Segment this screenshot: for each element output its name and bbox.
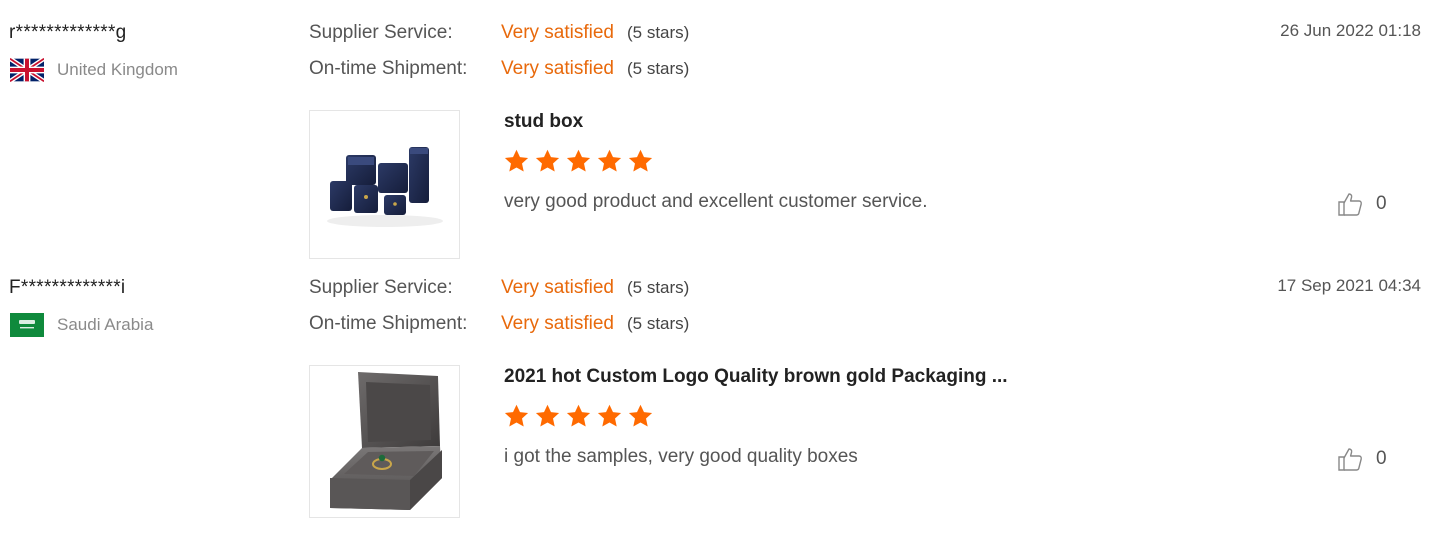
product-rating-stars <box>502 403 655 430</box>
star-icon <box>535 404 560 427</box>
thumbs-up-icon <box>1338 193 1362 216</box>
review-comment: i got the samples, very good quality box… <box>504 446 858 467</box>
star-icon <box>566 404 591 427</box>
supplier-service-stars: (5 stars) <box>627 278 690 297</box>
like-count: 0 <box>1376 448 1387 469</box>
product-rating-stars <box>502 148 655 175</box>
product-title[interactable]: stud box <box>504 111 583 133</box>
buyer-country: United Kingdom <box>8 56 178 84</box>
like-count: 0 <box>1376 193 1387 214</box>
shipment-rating: On-time Shipment: Very satisfied (5 star… <box>309 57 689 81</box>
supplier-service-value: Very satisfied <box>501 22 614 43</box>
product-title[interactable]: 2021 hot Custom Logo Quality brown gold … <box>504 366 1008 388</box>
buyer-name: F*************i <box>9 277 126 298</box>
shipment-value: Very satisfied <box>501 313 614 334</box>
buyer-name: r*************g <box>9 22 127 43</box>
jewelry-box-set-image <box>327 147 443 227</box>
review-date: 26 Jun 2022 01:18 <box>1280 21 1421 40</box>
star-icon <box>597 149 622 172</box>
star-icon <box>628 149 653 172</box>
review-item: F*************i Saudi Arabia Supplier Se… <box>0 255 1432 518</box>
review-comment: very good product and excellent customer… <box>504 191 928 212</box>
country-name: United Kingdom <box>57 60 178 79</box>
review-date: 17 Sep 2021 04:34 <box>1277 276 1421 295</box>
supplier-service-rating: Supplier Service: Very satisfied (5 star… <box>309 276 689 300</box>
supplier-service-rating: Supplier Service: Very satisfied (5 star… <box>309 21 689 45</box>
star-icon <box>628 404 653 427</box>
country-name: Saudi Arabia <box>57 315 154 334</box>
ring-box-image <box>330 372 442 510</box>
saudi-flag-icon <box>10 313 44 337</box>
supplier-service-stars: (5 stars) <box>627 23 690 42</box>
thumbs-up-icon <box>1338 448 1362 471</box>
star-icon <box>504 404 529 427</box>
product-thumbnail[interactable] <box>309 365 460 518</box>
shipment-label: On-time Shipment: <box>309 58 468 79</box>
star-icon <box>566 149 591 172</box>
shipment-rating: On-time Shipment: Very satisfied (5 star… <box>309 312 689 336</box>
product-thumbnail[interactable] <box>309 110 460 259</box>
supplier-service-label: Supplier Service: <box>309 277 453 298</box>
shipment-value: Very satisfied <box>501 58 614 79</box>
supplier-service-value: Very satisfied <box>501 277 614 298</box>
supplier-service-label: Supplier Service: <box>309 22 453 43</box>
uk-flag-icon <box>8 56 46 84</box>
like-button[interactable]: 0 <box>1336 445 1387 473</box>
shipment-stars: (5 stars) <box>627 59 690 78</box>
buyer-country: Saudi Arabia <box>10 313 153 337</box>
shipment-stars: (5 stars) <box>627 314 690 333</box>
star-icon <box>597 404 622 427</box>
star-icon <box>504 149 529 172</box>
star-icon <box>535 149 560 172</box>
like-button[interactable]: 0 <box>1336 190 1387 218</box>
shipment-label: On-time Shipment: <box>309 313 468 334</box>
review-item: r*************g United Kingdom Supplier … <box>0 0 1432 259</box>
